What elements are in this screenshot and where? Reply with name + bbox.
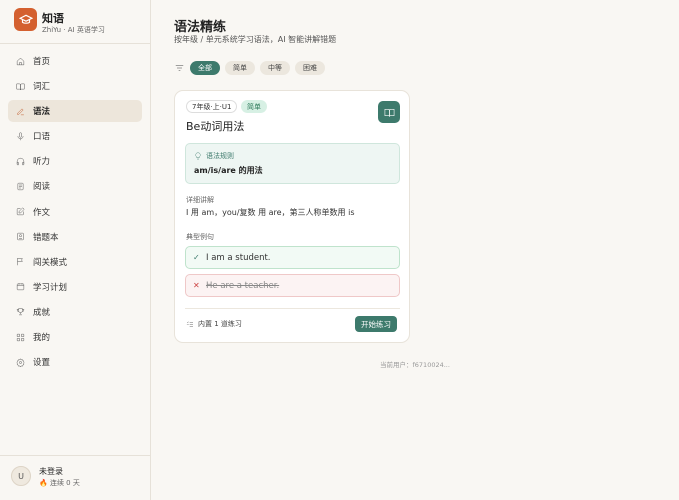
check-icon: ✓ <box>193 253 200 262</box>
list-check-icon <box>186 321 193 327</box>
example-text: I am a student. <box>206 252 271 263</box>
trophy-icon <box>16 307 25 316</box>
rule-text: am/is/are 的用法 <box>194 166 263 175</box>
home-icon <box>16 57 25 66</box>
sidebar-item-grammar[interactable]: 语法 <box>8 100 142 123</box>
page-subtitle: 按年级 / 单元系统学习语法，AI 智能讲解错题 <box>174 35 337 44</box>
divider <box>0 455 150 456</box>
sidebar-item-home[interactable]: 首页 <box>8 50 142 72</box>
sidebar-item-label: 学习计划 <box>33 282 68 293</box>
difficulty-filter: 全部 简单 中等 困难 <box>174 60 330 76</box>
filter-chip-all[interactable]: 全部 <box>190 61 220 75</box>
calendar-icon <box>16 282 25 291</box>
flag-icon <box>16 257 25 266</box>
exercise-count: 内置 1 道练习 <box>186 319 242 329</box>
sidebar-item-writing[interactable]: 作文 <box>8 201 142 223</box>
notebook-icon <box>16 232 25 241</box>
grade-tag: 7年级·上·U1 <box>186 100 238 113</box>
sidebar-item-label: 首页 <box>33 57 51 67</box>
card-title: Be动词用法 <box>186 120 245 133</box>
grammar-rule-box: 语法规则 am/is/are 的用法 <box>185 143 400 184</box>
sidebar-item-label: 听力 <box>33 157 51 168</box>
sidebar-item-challenge[interactable]: 闯关模式 <box>8 251 142 273</box>
sidebar-item-label: 作文 <box>33 207 51 218</box>
filter-icon[interactable] <box>174 63 185 73</box>
streak-text: 连续 0 天 <box>49 479 80 487</box>
app-name: 知语 <box>42 12 64 25</box>
avatar[interactable]: U <box>11 466 31 486</box>
sidebar-item-label: 阅读 <box>33 182 51 193</box>
headphones-icon <box>16 157 25 166</box>
open-lesson-button[interactable] <box>378 101 400 123</box>
sidebar-item-label: 口语 <box>33 132 51 143</box>
sidebar-item-plan[interactable]: 学习计划 <box>8 276 142 298</box>
grammar-card: 7年级·上·U1 简单 Be动词用法 语法规则 am/is/are 的用法 详细… <box>174 90 410 343</box>
book-open-icon <box>16 82 25 91</box>
sidebar-item-label: 闯关模式 <box>33 257 68 268</box>
brand[interactable]: 知语 ZhiYu · AI 英语学习 <box>14 8 144 38</box>
page-title: 语法精练 <box>174 20 227 35</box>
sidebar-item-label: 错题本 <box>33 232 59 243</box>
sidebar: 知语 ZhiYu · AI 英语学习 首页 词汇 语法 口语 听力 阅读 作文 … <box>0 0 151 500</box>
difficulty-badge: 简单 <box>241 100 267 113</box>
sidebar-item-listening[interactable]: 听力 <box>8 150 142 172</box>
sidebar-item-label: 语法 <box>33 107 51 118</box>
divider <box>185 308 400 309</box>
sidebar-item-label: 我的 <box>33 333 51 344</box>
exercise-count-text: 内置 1 道练习 <box>198 320 242 328</box>
sidebar-item-speaking[interactable]: 口语 <box>8 125 142 147</box>
sidebar-nav: 首页 词汇 语法 口语 听力 阅读 作文 错题本 闯关模式 学习计划 成就 我的… <box>8 50 142 376</box>
sidebar-item-vocabulary[interactable]: 词汇 <box>8 75 142 97</box>
mic-icon <box>16 132 25 141</box>
fire-icon: 🔥 <box>39 479 48 487</box>
detail-label: 详细讲解 <box>186 196 214 204</box>
cross-icon: ✕ <box>193 281 200 290</box>
correct-example: ✓ I am a student. <box>185 246 400 269</box>
incorrect-example: ✕ He are a teacher. <box>185 274 400 297</box>
user-name: 未登录 <box>39 467 63 476</box>
sidebar-item-achievements[interactable]: 成就 <box>8 301 142 323</box>
sidebar-item-mistakes[interactable]: 错题本 <box>8 226 142 248</box>
book-open-icon <box>384 108 394 117</box>
sidebar-item-settings[interactable]: 设置 <box>8 351 142 373</box>
start-practice-button[interactable]: 开始练习 <box>355 316 397 332</box>
grid-icon <box>16 333 25 342</box>
sidebar-item-label: 设置 <box>33 358 51 369</box>
sidebar-item-label: 词汇 <box>33 82 51 93</box>
sidebar-item-profile[interactable]: 我的 <box>8 326 142 348</box>
pen-icon <box>16 107 25 116</box>
document-icon <box>16 182 25 191</box>
detail-text: I 用 am，you/复数 用 are，第三人称单数用 is <box>186 208 355 217</box>
sidebar-item-reading[interactable]: 阅读 <box>8 175 142 197</box>
filter-chip-hard[interactable]: 困难 <box>295 61 325 75</box>
edit-icon <box>16 207 25 216</box>
streak-indicator: 🔥 连续 0 天 <box>39 478 80 488</box>
sidebar-item-label: 成就 <box>33 307 51 318</box>
app-subtitle: ZhiYu · AI 英语学习 <box>42 26 105 34</box>
example-text: He are a teacher. <box>206 280 280 291</box>
divider <box>0 43 150 44</box>
user-panel[interactable]: U 未登录 🔥 连续 0 天 <box>11 464 141 492</box>
rule-label: 语法规则 <box>206 152 234 160</box>
gear-icon <box>16 357 25 367</box>
filter-chip-easy[interactable]: 简单 <box>225 61 255 75</box>
examples-label: 典型例句 <box>186 233 214 241</box>
lightbulb-icon <box>195 152 201 160</box>
filter-chip-medium[interactable]: 中等 <box>260 61 290 75</box>
current-user-id: 当前用户：f6710024... <box>380 361 450 369</box>
graduation-cap-icon <box>14 8 37 31</box>
